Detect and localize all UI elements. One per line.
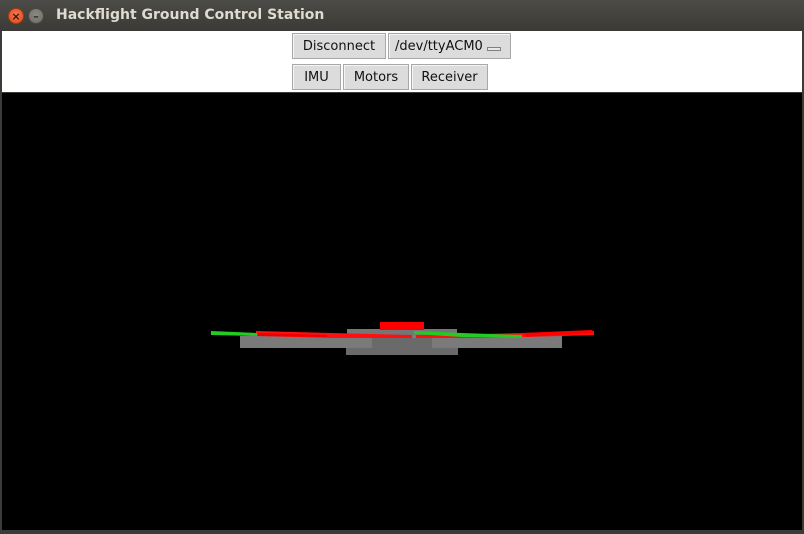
- disconnect-button[interactable]: Disconnect: [292, 33, 386, 59]
- title-bar[interactable]: × – Hackflight Ground Control Station: [0, 0, 804, 31]
- tab-motors[interactable]: Motors: [343, 64, 409, 90]
- serial-port-value: /dev/ttyACM0: [395, 38, 483, 54]
- serial-port-dropdown[interactable]: /dev/ttyACM0: [388, 33, 511, 59]
- vehicle-3d-view: [211, 322, 594, 355]
- app-window: × – Hackflight Ground Control Station Di…: [0, 0, 804, 532]
- rear-left-arm: [211, 331, 257, 336]
- window-title: Hackflight Ground Control Station: [56, 7, 325, 23]
- vehicle-visualization-canvas[interactable]: [2, 93, 802, 530]
- toolbar: Disconnect /dev/ttyACM0 IMU Motors Recei…: [2, 31, 802, 92]
- minimize-window-button[interactable]: –: [28, 8, 44, 24]
- tab-imu[interactable]: IMU: [292, 64, 341, 90]
- dropdown-indicator-icon: [487, 47, 501, 51]
- close-icon: ×: [11, 9, 21, 23]
- minimize-icon: –: [33, 9, 39, 23]
- close-window-button[interactable]: ×: [8, 8, 24, 24]
- front-marker: [380, 322, 424, 330]
- tab-receiver[interactable]: Receiver: [411, 64, 488, 90]
